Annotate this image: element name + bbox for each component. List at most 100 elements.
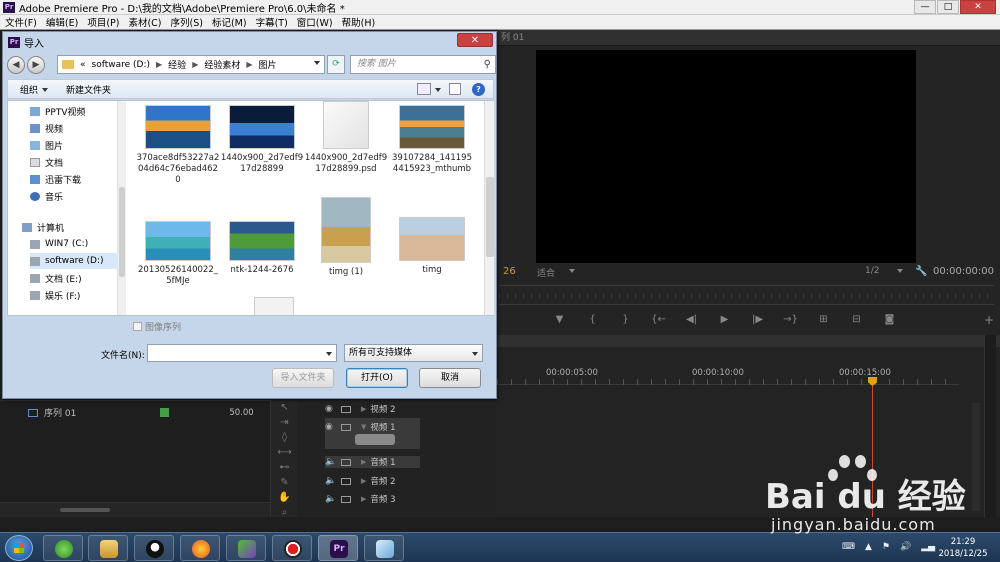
pen-tool-icon[interactable]: ✎ [271, 475, 298, 490]
close-button[interactable]: ✕ [960, 0, 996, 14]
file-item[interactable]: ntk-1244-2676 [220, 221, 304, 276]
marker-icon[interactable]: ▼ [547, 312, 572, 328]
tray-chevron-icon[interactable]: ▲ [865, 542, 872, 552]
nav-item-documents[interactable]: 文档 [30, 154, 118, 170]
search-icon[interactable]: ⚲ [484, 56, 491, 73]
breadcrumb-item[interactable]: 图片 [259, 58, 277, 71]
file-item[interactable]: 39107284_1411954415923_mthumb [390, 105, 474, 175]
overwrite-icon[interactable]: ⊟ [844, 312, 869, 328]
file-item[interactable] [232, 297, 316, 315]
filename-field[interactable] [147, 344, 337, 362]
monitor-timecode-current[interactable]: 26 [503, 266, 516, 277]
track-audio-2[interactable]: 🔈 ▶ 音频 2 [325, 475, 420, 487]
taskbar-app-premiere[interactable]: Pr [318, 535, 358, 561]
razor-tool-icon[interactable]: ◊ [271, 430, 298, 445]
add-button-icon[interactable]: + [984, 313, 994, 327]
nav-item-drive-d[interactable]: software (D:) [30, 253, 118, 269]
scroll-thumb[interactable] [486, 177, 494, 257]
list-item[interactable]: 序列 01 50.00 [28, 406, 254, 419]
selection-tool-icon[interactable]: ↖ [271, 400, 298, 415]
forward-button[interactable]: ▶ [27, 56, 45, 74]
expand-icon[interactable]: ▶ [361, 477, 366, 485]
step-back-icon[interactable]: ◀| [679, 312, 704, 328]
breadcrumb-sep-icon[interactable]: ▶ [156, 60, 162, 69]
dialog-close-button[interactable]: ✕ [457, 33, 493, 47]
expand-icon[interactable]: ▶ [361, 495, 366, 503]
scroll-thumb[interactable] [119, 187, 125, 277]
expand-icon[interactable]: ▼ [361, 423, 366, 431]
file-item[interactable]: timg [390, 217, 474, 276]
nav-item-pptv[interactable]: PPTV视频 [30, 103, 118, 119]
speaker-icon[interactable]: 🔈 [325, 476, 337, 486]
menu-marker[interactable]: 标记(M) [212, 15, 247, 29]
menu-help[interactable]: 帮助(H) [342, 15, 376, 29]
taskbar-app-explorer[interactable] [88, 535, 128, 561]
taskbar-app-firefox[interactable] [180, 535, 220, 561]
export-frame-icon[interactable]: ◙ [877, 312, 902, 328]
nav-scrollbar[interactable] [118, 101, 126, 315]
chevron-down-icon[interactable] [326, 352, 332, 356]
cancel-button[interactable]: 取消 [419, 368, 481, 388]
out-point-icon[interactable]: } [613, 312, 638, 328]
resolution-select[interactable]: 1/2 [865, 266, 879, 276]
search-input[interactable]: 搜索 图片 ⚲ [350, 55, 496, 74]
eye-icon[interactable]: ◉ [325, 404, 337, 414]
nav-item-pictures[interactable]: 图片 [30, 137, 118, 153]
chevron-down-icon[interactable] [435, 88, 441, 92]
eye-icon[interactable]: ◉ [325, 422, 337, 432]
play-icon[interactable]: ▶ [712, 312, 737, 328]
track-audio-1[interactable]: 🔈 ▶ 音频 1 [325, 456, 420, 468]
file-item[interactable]: 20130526140022_5fMJe [136, 221, 220, 287]
menu-edit[interactable]: 编辑(E) [46, 15, 78, 29]
file-item[interactable]: 1440x900_2d7edf917d28899.psd [304, 101, 388, 175]
menu-project[interactable]: 项目(P) [87, 15, 119, 29]
chevron-down-icon[interactable] [314, 61, 320, 65]
menu-window[interactable]: 窗口(W) [297, 15, 333, 29]
file-item[interactable]: 1440x900_2d7edf917d28899 [220, 105, 304, 175]
breadcrumb-sep-icon[interactable]: ▶ [192, 60, 198, 69]
taskbar-clock[interactable]: 21:29 2018/12/25 [938, 536, 988, 560]
help-icon[interactable]: ? [472, 83, 485, 96]
go-to-out-icon[interactable]: →} [778, 312, 803, 328]
menu-sequence[interactable]: 序列(S) [171, 15, 203, 29]
keyboard-icon[interactable]: ⌨ [842, 542, 855, 552]
file-item[interactable]: 370ace8df53227a204d64c76ebad4620 [136, 105, 220, 186]
start-button[interactable] [5, 535, 33, 561]
nav-item-thunder[interactable]: 迅雷下载 [30, 171, 118, 187]
menu-clip[interactable]: 素材(C) [128, 15, 161, 29]
taskbar-app-qq[interactable] [134, 535, 174, 561]
track-select-icon[interactable]: ⇥ [271, 415, 298, 430]
hand-tool-icon[interactable]: ✋ [271, 490, 298, 505]
breadcrumb-item[interactable]: software (D:) [92, 60, 151, 70]
nav-item-music[interactable]: 音乐 [30, 188, 118, 204]
back-button[interactable]: ◀ [7, 56, 25, 74]
breadcrumb-item[interactable]: 经验 [168, 58, 186, 71]
file-item[interactable]: timg (1) [304, 197, 388, 278]
zoom-tool-icon[interactable]: ⌕ [271, 505, 298, 520]
step-forward-icon[interactable]: |▶ [745, 312, 770, 328]
filetype-select[interactable]: 所有可支持媒体 [344, 344, 483, 362]
in-point-icon[interactable]: { [580, 312, 605, 328]
file-scrollbar[interactable] [484, 101, 494, 315]
breadcrumb-chevron[interactable]: « [80, 60, 86, 70]
slip-tool-icon[interactable]: ⊷ [271, 460, 298, 475]
maximize-button[interactable]: □ [937, 0, 959, 14]
track-video-2[interactable]: ◉ ▶ 视频 2 [325, 403, 420, 415]
zoom-slider[interactable] [60, 508, 110, 512]
breadcrumb-item[interactable]: 经验素材 [204, 58, 240, 71]
open-button[interactable]: 打开(O) [346, 368, 408, 388]
zoom-fit-select[interactable]: 适合 [537, 266, 555, 279]
wrench-icon[interactable]: 🔧 [915, 266, 927, 277]
minimize-button[interactable]: — [914, 0, 936, 14]
organize-button[interactable]: 组织 [20, 83, 49, 96]
image-sequence-checkbox[interactable]: 图像序列 [133, 320, 181, 333]
expand-icon[interactable]: ▶ [361, 458, 366, 466]
menu-file[interactable]: 文件(F) [5, 15, 37, 29]
volume-icon[interactable]: 🔊 [900, 542, 911, 552]
track-video-1[interactable]: ◉ ▼ 视频 1 [325, 421, 420, 433]
breadcrumb-sep-icon[interactable]: ▶ [246, 60, 252, 69]
ripple-edit-icon[interactable]: ⟷ [271, 445, 298, 460]
new-folder-button[interactable]: 新建文件夹 [66, 83, 111, 96]
monitor-ruler[interactable] [499, 285, 994, 305]
speaker-icon[interactable]: 🔈 [325, 457, 337, 467]
